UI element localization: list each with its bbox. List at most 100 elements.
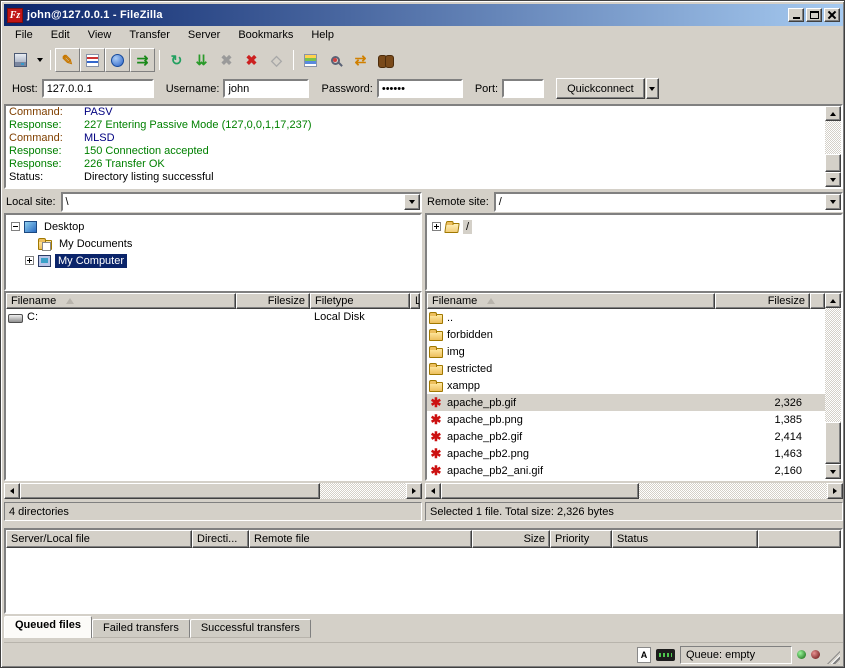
toggle-remote-tree-button[interactable] <box>105 48 130 72</box>
tree-row-root[interactable]: / <box>427 218 841 235</box>
log-label: Status: <box>6 171 84 184</box>
scroll-left-icon <box>10 488 14 494</box>
remote-pane: Remote site: / / Filename Filesize <box>425 191 843 525</box>
queue-tabs: Queued files Failed transfers Successful… <box>4 616 311 639</box>
quickconnect-dropdown-button[interactable] <box>646 78 659 99</box>
log-text: 150 Connection accepted <box>84 145 209 158</box>
menu-help[interactable]: Help <box>302 27 343 44</box>
cancel-button[interactable]: ✖ <box>214 48 239 72</box>
column-header-filename[interactable]: Filename <box>6 293 236 309</box>
tree-row-my-documents[interactable]: My Documents <box>6 235 420 252</box>
column-header-filetype[interactable]: Filetype <box>310 293 410 309</box>
column-header-filename[interactable]: Filename <box>427 293 715 309</box>
local-site-dropdown-button[interactable] <box>404 194 420 210</box>
scrollbar-thumb[interactable] <box>20 483 320 499</box>
password-input[interactable] <box>377 79 463 98</box>
file-size: 2,160 <box>715 465 810 477</box>
remote-file-row[interactable]: ✱apache_pb.png 1,385 <box>427 411 825 428</box>
window-title: john@127.0.0.1 - FileZilla <box>27 9 163 21</box>
close-button[interactable] <box>824 8 840 22</box>
remote-file-row[interactable]: ✱apache_pb2.png 1,463 <box>427 445 825 462</box>
tree-row-desktop[interactable]: Desktop <box>6 218 420 235</box>
reconnect-icon: ◇ <box>271 53 282 67</box>
local-site-combo[interactable]: \ <box>61 192 422 212</box>
menu-bookmarks[interactable]: Bookmarks <box>229 27 302 44</box>
reconnect-button[interactable]: ◇ <box>264 48 289 72</box>
compare-button[interactable] <box>323 48 348 72</box>
tab-successful-transfers[interactable]: Successful transfers <box>190 619 311 638</box>
remote-file-row[interactable]: forbidden <box>427 326 825 343</box>
tab-failed-transfers[interactable]: Failed transfers <box>92 619 190 638</box>
file-name: forbidden <box>447 329 493 341</box>
transfer-type-ascii-icon[interactable]: A <box>637 647 651 663</box>
column-header-lastmodified[interactable]: L <box>410 293 420 309</box>
toggle-message-log-button[interactable]: ✎ <box>55 48 80 72</box>
log-line: Response:227 Entering Passive Mode (127,… <box>6 119 841 132</box>
find-button[interactable] <box>373 48 398 72</box>
queue-status-text: Queue: empty <box>686 649 755 661</box>
file-size: 1,385 <box>715 414 810 426</box>
disconnect-button[interactable]: ✖ <box>239 48 264 72</box>
tab-queued-files[interactable]: Queued files <box>4 616 92 638</box>
remote-file-row[interactable]: img <box>427 343 825 360</box>
expand-icon[interactable] <box>432 222 441 231</box>
image-file-icon: ✱ <box>429 430 443 444</box>
log-line: Status:Directory listing successful <box>6 171 841 184</box>
remote-file-row[interactable]: xampp <box>427 377 825 394</box>
remote-tree-globe-icon <box>111 54 124 67</box>
chevron-down-icon <box>830 200 836 204</box>
sync-browsing-button[interactable]: ⇄ <box>348 48 373 72</box>
speed-limit-icon[interactable] <box>656 649 675 661</box>
username-input[interactable] <box>223 79 309 98</box>
local-horizontal-scrollbar[interactable] <box>4 483 422 499</box>
menu-edit[interactable]: Edit <box>42 27 79 44</box>
filter-button[interactable] <box>298 48 323 72</box>
remote-file-row[interactable]: restricted <box>427 360 825 377</box>
remote-file-row-selected[interactable]: ✱apache_pb.gif 2,326 <box>427 394 825 411</box>
minimize-button[interactable] <box>788 8 804 22</box>
column-header-remote-file[interactable]: Remote file <box>249 530 472 548</box>
menu-file[interactable]: File <box>6 27 42 44</box>
toggle-transfer-queue-button[interactable]: ⇉ <box>130 48 155 72</box>
title-bar[interactable]: Fz john@127.0.0.1 - FileZilla <box>4 4 843 26</box>
remote-site-dropdown-button[interactable] <box>825 194 841 210</box>
quickconnect-button[interactable]: Quickconnect <box>556 78 645 99</box>
site-manager-dropdown-button[interactable] <box>33 48 46 72</box>
maximize-button[interactable] <box>806 8 822 22</box>
menu-server[interactable]: Server <box>179 27 229 44</box>
remote-file-row[interactable]: ✱apache_pb2_ani.gif 2,160 <box>427 462 825 479</box>
remote-file-row[interactable]: ✱apache_pb2.gif 2,414 <box>427 428 825 445</box>
log-scrollbar[interactable] <box>825 106 841 187</box>
refresh-button[interactable]: ↻ <box>164 48 189 72</box>
process-queue-button[interactable]: ⇊ <box>189 48 214 72</box>
column-header-status[interactable]: Status <box>612 530 758 548</box>
local-file-row[interactable]: C: Local Disk <box>6 309 420 325</box>
my-documents-icon <box>38 240 52 250</box>
resize-grip[interactable] <box>827 651 840 664</box>
scrollbar-thumb[interactable] <box>441 483 639 499</box>
column-header-size[interactable]: Size <box>472 530 550 548</box>
menu-transfer[interactable]: Transfer <box>120 27 179 44</box>
file-name: apache_pb2.png <box>447 448 529 460</box>
remote-file-row[interactable]: .. <box>427 309 825 326</box>
port-input[interactable] <box>502 79 544 98</box>
remote-site-combo[interactable]: / <box>494 192 843 212</box>
local-file-list: Filename Filesize Filetype L C: Local Di… <box>4 291 422 481</box>
expand-icon[interactable] <box>25 256 34 265</box>
tree-label: Desktop <box>41 220 87 234</box>
remote-horizontal-scrollbar[interactable] <box>425 483 843 499</box>
column-header-priority[interactable]: Priority <box>550 530 612 548</box>
menu-view[interactable]: View <box>79 27 121 44</box>
remote-list-scrollbar[interactable] <box>825 293 841 479</box>
collapse-icon[interactable] <box>11 222 20 231</box>
column-header-filesize[interactable]: Filesize <box>236 293 310 309</box>
column-header-direction[interactable]: Directi... <box>192 530 249 548</box>
tree-row-my-computer[interactable]: My Computer <box>6 252 420 269</box>
host-input[interactable] <box>42 79 154 98</box>
column-header-server-local-file[interactable]: Server/Local file <box>6 530 192 548</box>
column-header-filesize[interactable]: Filesize <box>715 293 810 309</box>
scrollbar-thumb[interactable] <box>825 154 841 172</box>
scrollbar-thumb[interactable] <box>825 422 841 464</box>
toggle-local-tree-button[interactable] <box>80 48 105 72</box>
site-manager-button[interactable] <box>8 48 33 72</box>
